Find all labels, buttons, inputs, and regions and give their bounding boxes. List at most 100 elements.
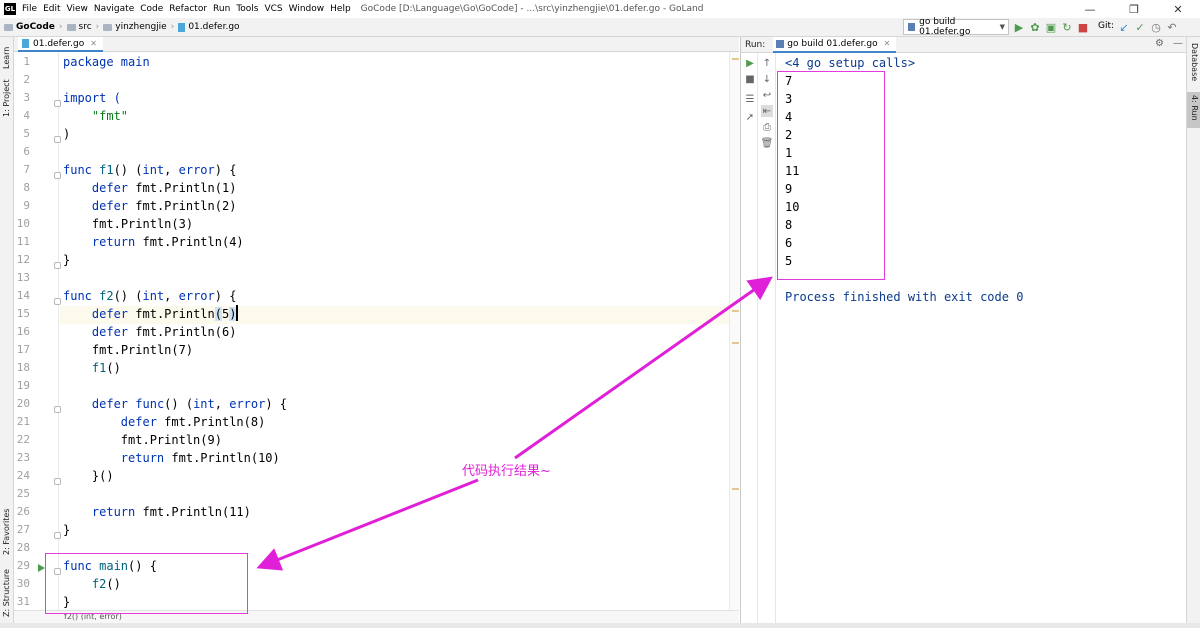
left-tool-strip: Learn 1: Project 2: Favorites Z: Structu…	[0, 37, 14, 623]
close-icon[interactable]: ✕	[1156, 0, 1200, 18]
menu-run[interactable]: Run	[213, 4, 230, 14]
learn-tool-tab[interactable]: Learn	[2, 47, 11, 69]
code-token: fmt	[91, 343, 114, 357]
code-token: defer	[91, 397, 136, 411]
code-token: defer	[91, 181, 136, 195]
menu-tools[interactable]: Tools	[236, 4, 258, 14]
coverage-icon[interactable]: ▣	[1044, 20, 1058, 34]
project-tool-tab[interactable]: 1: Project	[2, 79, 11, 117]
git-rollback-icon[interactable]: ↶	[1165, 20, 1179, 34]
menu-code[interactable]: Code	[140, 4, 163, 14]
menu-file[interactable]: File	[22, 4, 37, 14]
code-token: }	[63, 253, 71, 267]
text-caret	[236, 305, 239, 321]
code-token: fmt	[135, 307, 157, 321]
run-tool-tab[interactable]: 4: Run	[1190, 95, 1199, 121]
breadcrumb-file[interactable]: 01.defer.go	[178, 22, 240, 32]
line-number: 20	[16, 397, 30, 410]
code-line-24: }()	[63, 467, 114, 485]
code-token: ()	[106, 361, 121, 375]
scroll-marker[interactable]	[732, 342, 739, 344]
gear-icon[interactable]: ⚙	[1155, 38, 1164, 49]
git-commit-icon[interactable]: ✓	[1133, 20, 1147, 34]
structure-tool-tab[interactable]: Z: Structure	[2, 569, 11, 617]
line-number: 7	[23, 163, 30, 176]
code-token: return	[91, 505, 143, 519]
code-token: ,	[214, 397, 230, 411]
menu-refactor[interactable]: Refactor	[169, 4, 207, 14]
chevron-right-icon: ›	[95, 22, 100, 32]
debug-icon[interactable]: ✿	[1028, 20, 1042, 34]
down-arrow-icon[interactable]: ↓	[761, 73, 773, 85]
print-icon[interactable]: ⎙	[761, 121, 773, 133]
editor-tab-01-defer[interactable]: 01.defer.go ✕	[18, 37, 103, 52]
code-token: defer	[91, 199, 136, 213]
scroll-marker[interactable]	[732, 58, 739, 60]
code-token: fmt	[135, 199, 157, 213]
menu-help[interactable]: Help	[330, 4, 351, 14]
code-token: .Println(10)	[193, 451, 280, 465]
code-token: func	[63, 289, 100, 303]
code-token: }	[63, 523, 71, 537]
go-build-icon	[776, 39, 785, 48]
scroll-to-end-icon[interactable]: ⇤	[761, 105, 773, 117]
line-number: 29	[16, 559, 30, 572]
output-highlight-box	[777, 71, 885, 280]
menu-navigate[interactable]: Navigate	[94, 4, 134, 14]
run-configuration-select[interactable]: go build 01.defer.go ▼	[903, 17, 1009, 37]
code-line-20: defer func() (int, error) {	[63, 395, 287, 413]
code-line-27: }	[63, 521, 70, 539]
menu-edit[interactable]: Edit	[43, 4, 60, 14]
breadcrumb-project[interactable]: GoCode ›	[4, 22, 63, 32]
line-number: 19	[16, 379, 30, 392]
rerun-icon[interactable]: ▶	[744, 57, 756, 69]
close-icon[interactable]: ✕	[884, 39, 891, 48]
database-tool-tab[interactable]: Database	[1190, 43, 1199, 81]
scroll-marker[interactable]	[732, 488, 739, 490]
code-token: return	[91, 235, 143, 249]
menu-window[interactable]: Window	[289, 4, 325, 14]
pin-icon[interactable]: ➚	[744, 111, 756, 123]
code-line-26: return fmt.Println(11)	[63, 503, 251, 521]
code-line-5: )	[63, 125, 70, 143]
git-history-icon[interactable]: ◷	[1149, 20, 1163, 34]
run-configuration-label: go build 01.defer.go	[919, 17, 971, 37]
stop-icon[interactable]: ■	[1076, 20, 1090, 34]
editor-scrollbar[interactable]	[729, 52, 739, 610]
line-number: 11	[16, 235, 30, 248]
line-number: 12	[16, 253, 30, 266]
console-exit-message: Process finished with exit code 0	[785, 290, 1024, 304]
code-token: fmt	[135, 325, 157, 339]
menu-vcs[interactable]: VCS	[264, 4, 282, 14]
code-line-7: func f1() (int, error) {	[63, 161, 236, 179]
up-arrow-icon[interactable]: ↑	[761, 57, 773, 69]
code-editor[interactable]: package main import ( "fmt" ) func f1() …	[60, 52, 729, 610]
minimize-icon[interactable]: —	[1068, 0, 1112, 18]
breadcrumb-package[interactable]: yinzhengjie ›	[103, 22, 174, 32]
git-update-icon[interactable]: ↙	[1117, 20, 1131, 34]
line-number: 15	[16, 307, 30, 320]
layout-icon[interactable]: ☰	[744, 93, 756, 105]
code-token: ) {	[214, 289, 237, 303]
code-line-3: import (	[63, 89, 121, 107]
breadcrumb-src[interactable]: src ›	[66, 22, 100, 32]
menu-view[interactable]: View	[67, 4, 88, 14]
status-bar	[0, 623, 1200, 628]
trash-icon[interactable]: 🗑	[761, 137, 774, 149]
run-tab-go-build[interactable]: go build 01.defer.go ✕	[773, 36, 897, 53]
run-header: Run: go build 01.defer.go ✕ ⚙ —	[741, 36, 1187, 53]
favorites-tool-tab[interactable]: 2: Favorites	[2, 509, 11, 555]
stop-icon[interactable]: ■	[744, 73, 756, 85]
soft-wrap-icon[interactable]: ↩	[761, 89, 773, 101]
run-main-gutter-icon[interactable]	[38, 564, 45, 572]
profile-icon[interactable]: ↻	[1060, 20, 1074, 34]
close-icon[interactable]: ✕	[90, 39, 97, 48]
restore-icon[interactable]: ❐	[1112, 0, 1156, 18]
breadcrumb-label: 01.defer.go	[188, 22, 240, 32]
scroll-marker[interactable]	[732, 310, 739, 312]
run-icon[interactable]: ▶	[1012, 20, 1026, 34]
hide-icon[interactable]: —	[1173, 38, 1183, 49]
